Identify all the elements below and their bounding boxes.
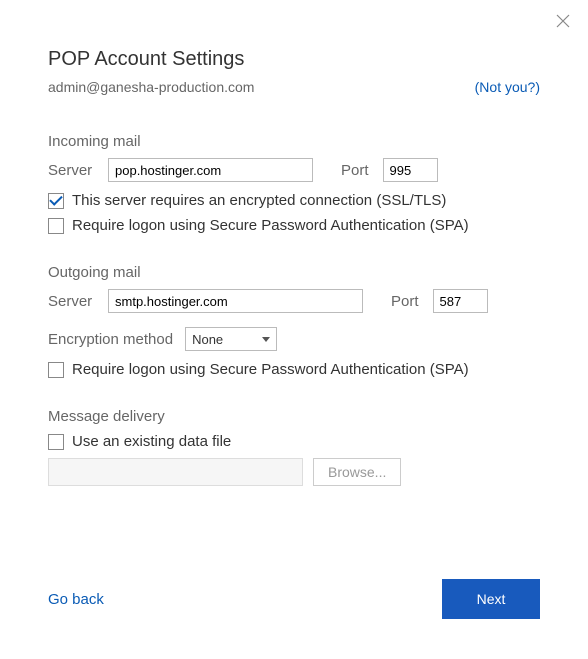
incoming-port-label: Port bbox=[341, 162, 369, 179]
incoming-port-input[interactable] bbox=[383, 158, 438, 182]
ssl-label: This server requires an encrypted connec… bbox=[72, 192, 446, 209]
chevron-down-icon bbox=[262, 337, 270, 342]
close-icon[interactable] bbox=[556, 14, 570, 32]
outgoing-heading: Outgoing mail bbox=[48, 264, 540, 281]
browse-button[interactable]: Browse... bbox=[313, 458, 401, 486]
not-you-link[interactable]: (Not you?) bbox=[475, 79, 540, 95]
delivery-heading: Message delivery bbox=[48, 408, 540, 425]
outgoing-server-input[interactable] bbox=[108, 289, 363, 313]
encryption-dropdown[interactable]: None bbox=[185, 327, 277, 351]
encryption-value: None bbox=[192, 332, 223, 347]
existing-file-label: Use an existing data file bbox=[72, 433, 231, 450]
go-back-link[interactable]: Go back bbox=[48, 591, 104, 608]
outgoing-server-label: Server bbox=[48, 293, 98, 310]
encryption-label: Encryption method bbox=[48, 331, 173, 348]
outgoing-port-label: Port bbox=[391, 293, 419, 310]
incoming-server-label: Server bbox=[48, 162, 98, 179]
account-email: admin@ganesha-production.com bbox=[48, 79, 254, 95]
incoming-spa-label: Require logon using Secure Password Auth… bbox=[72, 217, 469, 234]
ssl-checkbox[interactable] bbox=[48, 193, 64, 209]
outgoing-spa-label: Require logon using Secure Password Auth… bbox=[72, 361, 469, 378]
datafile-path-input bbox=[48, 458, 303, 486]
page-title: POP Account Settings bbox=[48, 48, 540, 71]
incoming-heading: Incoming mail bbox=[48, 133, 540, 150]
next-button[interactable]: Next bbox=[442, 579, 540, 619]
outgoing-port-input[interactable] bbox=[433, 289, 488, 313]
outgoing-spa-checkbox[interactable] bbox=[48, 362, 64, 378]
existing-file-checkbox[interactable] bbox=[48, 434, 64, 450]
incoming-spa-checkbox[interactable] bbox=[48, 218, 64, 234]
incoming-server-input[interactable] bbox=[108, 158, 313, 182]
